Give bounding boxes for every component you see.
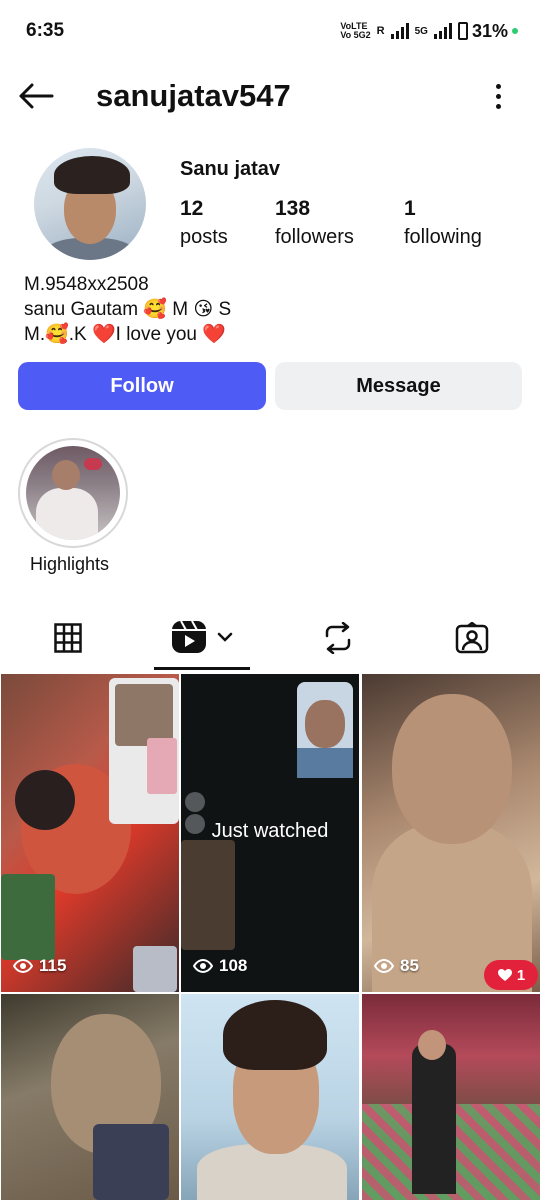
reel-thumbnail[interactable]: Just watched 108 (181, 674, 359, 992)
following-label: following (404, 226, 482, 248)
posts-label: posts (180, 226, 228, 248)
just-watched-label: Just watched (211, 820, 329, 842)
heart-icon (497, 969, 512, 981)
eye-icon (193, 959, 213, 973)
status-time: 6:35 (26, 20, 65, 41)
highlight-label: Highlights (30, 554, 110, 574)
profile-bio: M.9548xx2508 sanu Gautam 🥰 M 😘 S M.🥰.K ❤… (24, 272, 231, 347)
tab-tagged[interactable] (434, 606, 510, 670)
tab-reposts[interactable] (300, 606, 376, 670)
bio-line: M.9548xx2508 (24, 274, 149, 295)
reel-thumbnail[interactable] (181, 994, 359, 1200)
arrow-left-icon (19, 83, 54, 109)
profile-tabs (0, 606, 540, 670)
following-count: 1 (404, 197, 416, 220)
stat-following[interactable]: 1 following (404, 196, 482, 252)
tab-reels[interactable] (154, 606, 250, 670)
view-count: 115 (13, 956, 66, 976)
stat-followers[interactable]: 138 followers (275, 196, 354, 252)
more-dots-icon (495, 83, 501, 89)
profile-username: sanujatav547 (96, 78, 291, 113)
signal-icon-2 (433, 23, 452, 39)
highlight-cover (26, 446, 120, 540)
bio-line: M.🥰.K ❤️I love you ❤️ (24, 324, 226, 345)
stat-posts: 12 posts (180, 196, 228, 252)
back-button[interactable] (16, 76, 56, 116)
tagged-person-icon (455, 622, 489, 654)
eye-icon (374, 959, 394, 973)
roaming-indicator: R (376, 25, 385, 37)
display-name: Sanu jatav (180, 158, 281, 180)
eye-icon (13, 959, 33, 973)
battery-icon (457, 22, 468, 40)
bio-line: sanu Gautam 🥰 M 😘 S (24, 299, 232, 320)
privacy-dot (512, 28, 518, 34)
view-count: 108 (193, 956, 247, 976)
battery-percent: 31% (471, 20, 508, 41)
followers-label: followers (275, 226, 354, 248)
signal-icon (390, 23, 409, 39)
follow-button[interactable]: Follow (18, 362, 266, 410)
posts-count: 12 (180, 197, 204, 220)
grid-icon (54, 623, 82, 653)
reel-thumbnail[interactable] (1, 994, 179, 1200)
view-count: 85 (374, 956, 419, 976)
5g-indicator: 5G (414, 25, 428, 37)
highlight-item[interactable] (18, 438, 128, 548)
chevron-down-icon (217, 632, 233, 642)
more-options-button[interactable] (486, 76, 510, 116)
top-bar: sanujatav547 (0, 62, 540, 130)
status-bar: 6:35 VoLTE Vo 5G2 R 5G 31% (0, 0, 540, 62)
like-badge: 1 (484, 960, 538, 990)
status-icons: VoLTE Vo 5G2 R 5G 31% (340, 21, 518, 42)
battery: 31% (457, 20, 518, 42)
volte-indicator: VoLTE Vo 5G2 (340, 21, 371, 40)
repost-icon (325, 622, 351, 654)
followers-count: 138 (275, 197, 311, 220)
tab-posts[interactable] (30, 606, 106, 670)
reel-thumbnail[interactable]: 85 1 (362, 674, 540, 992)
reels-icon (172, 620, 206, 653)
reels-grid: 115 Just watched 108 85 1 (0, 674, 540, 1200)
reel-thumbnail[interactable] (362, 994, 540, 1200)
message-button[interactable]: Message (275, 362, 522, 410)
profile-avatar[interactable] (34, 148, 146, 260)
reel-thumbnail[interactable]: 115 (1, 674, 179, 992)
